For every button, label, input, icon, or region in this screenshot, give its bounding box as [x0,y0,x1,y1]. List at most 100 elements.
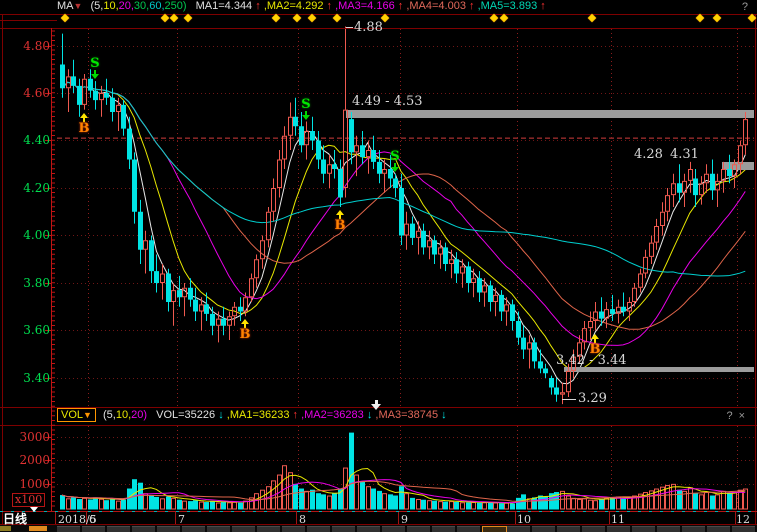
scrollbar-segment[interactable] [232,526,255,532]
vol-value-2: ,MA2=36283 [301,409,364,421]
scrollbar-segment[interactable] [382,526,405,532]
scrollbar-segment[interactable] [307,526,330,532]
ma-param-5: 250) [165,0,187,12]
buy-signal-letter: B [238,328,252,341]
ma-value-1: ,MA2=4.292 [264,0,324,12]
scrollbar-segment[interactable] [357,526,380,532]
close-icon[interactable]: × [739,410,751,422]
buy-signal-marker: B [588,334,602,356]
scrollbar-segment[interactable] [607,526,630,532]
scrollbar-indicator-block[interactable] [0,526,11,531]
price-axis-label: 4.40 [2,133,50,147]
volume-indicator-header: VOL▼ (5,10,20) VOL=35226 ↓ ,MA1=36233 ↑ … [0,408,757,424]
ma-indicator-dropdown[interactable]: MA▼ [57,0,85,12]
chevron-down-icon: ▼ [83,410,92,420]
scrollbar-segment[interactable] [657,526,680,532]
volume-axis-label: 1000 [2,477,50,491]
scrollbar-segment[interactable] [332,526,355,532]
down-arrow-icon [91,74,99,79]
scrollbar-segment[interactable] [182,526,205,532]
horizontal-scrollbar[interactable] [0,525,757,532]
price-annotation: 4.31 [670,147,699,162]
buy-signal-letter: B [77,122,91,135]
ma-param-1: 10, [103,0,118,12]
ma-value-2: ,MA3=4.166 [335,0,395,12]
help-icon[interactable]: ? [726,410,738,422]
ma-param-3: 30, [134,0,149,12]
volume-axis-label: 2000 [2,453,50,467]
down-arrow-icon [391,167,399,172]
vol-param-0: (5, [103,409,116,421]
scrollbar-segment[interactable] [107,526,130,532]
vol-indicator-label: VOL [61,409,83,421]
price-axis-label: 4.00 [2,228,50,242]
up-arrow-icon: ↑ [323,0,335,12]
vol-params: (5,10,20) [103,409,147,421]
down-arrow-icon: ↓ [215,409,227,421]
price-annotation: 4.88 [354,20,383,35]
buy-signal-marker: B [238,319,252,341]
up-arrow-icon: ↑ [395,0,407,12]
scrollbar-segment[interactable] [132,526,155,532]
up-arrow-icon: ↑ [537,0,546,12]
sell-signal-letter: S [299,98,313,111]
down-arrow-icon [302,115,310,120]
scrollbar-segment[interactable] [432,526,455,532]
vol-value-0: VOL=35226 [156,409,215,421]
buy-signal-marker: B [77,113,91,135]
up-arrow-icon: ↑ [289,409,301,421]
scrollbar-segment[interactable] [157,526,180,532]
scrollbar-segment[interactable] [682,526,705,532]
help-icon[interactable]: ? [742,1,748,14]
scrollbar-segment[interactable] [57,526,80,532]
scrollbar-segment[interactable] [732,526,755,532]
price-axis-label: 3.60 [2,323,50,337]
price-axis-label: 4.80 [2,39,50,53]
down-arrow-icon: ↓ [438,409,447,421]
scrollbar-segment[interactable] [707,526,730,532]
scrollbar-segment[interactable] [632,526,655,532]
scrollbar-indicator-block[interactable] [29,526,47,531]
vol-value-3: ,MA3=38745 [375,409,438,421]
vol-param-1: 10, [116,409,131,421]
vol-param-2: 20) [131,409,147,421]
ma-value-3: ,MA4=4.003 [406,0,466,12]
scrollbar-segment[interactable] [582,526,605,532]
price-axis-label: 3.80 [2,276,50,290]
ma-values: MA1=4.344 ↑ ,MA2=4.292 ↑ ,MA3=4.166 ↑ ,M… [196,0,546,12]
volume-axis-label: 3000 [2,430,50,444]
candlestick-chart-canvas[interactable] [0,0,757,532]
scrollbar-segment[interactable] [257,526,280,532]
vol-indicator-dropdown[interactable]: VOL▼ [57,408,96,422]
pane-splitter-arrow[interactable] [370,400,382,410]
scrollbar-segment[interactable] [507,526,530,532]
buy-signal-letter: B [588,343,602,356]
scrollbar-segment[interactable] [282,526,305,532]
up-arrow-icon: ↑ [466,0,478,12]
up-arrow-icon: ↑ [252,0,264,12]
scrollbar-segment[interactable] [557,526,580,532]
price-axis-label: 3.40 [2,371,50,385]
scrollbar-segment[interactable] [482,526,507,532]
ma-indicator-label: MA [57,0,74,12]
vol-value-1: ,MA1=36233 [227,409,290,421]
ma-value-4: ,MA5=3.893 [478,0,538,12]
price-annotation: 4.28 [634,147,663,162]
main-indicator-header: MA▼ (5,10,20,30,60,250) MA1=4.344 ↑ ,MA2… [0,0,757,14]
vol-values: VOL=35226 ↓ ,MA1=36233 ↑ ,MA2=36283 ↓ ,M… [156,409,447,421]
price-axis-label: 4.20 [2,181,50,195]
chevron-down-icon: ▼ [74,1,83,11]
scrollbar-segment[interactable] [532,526,555,532]
scrollbar-segment[interactable] [407,526,430,532]
sell-signal-letter: S [88,57,102,70]
price-annotation: 4.49 - 4.53 [352,94,423,109]
ma-param-0: (5, [90,0,103,12]
scrollbar-segment[interactable] [207,526,230,532]
sell-signal-marker: S [388,150,402,172]
ma-param-2: 20, [119,0,134,12]
scrollbar-segment[interactable] [82,526,105,532]
scrollbar-segment[interactable] [457,526,480,532]
sell-signal-marker: S [88,57,102,79]
ma-param-4: 60, [149,0,164,12]
volume-unit-label: x100 [12,493,45,507]
